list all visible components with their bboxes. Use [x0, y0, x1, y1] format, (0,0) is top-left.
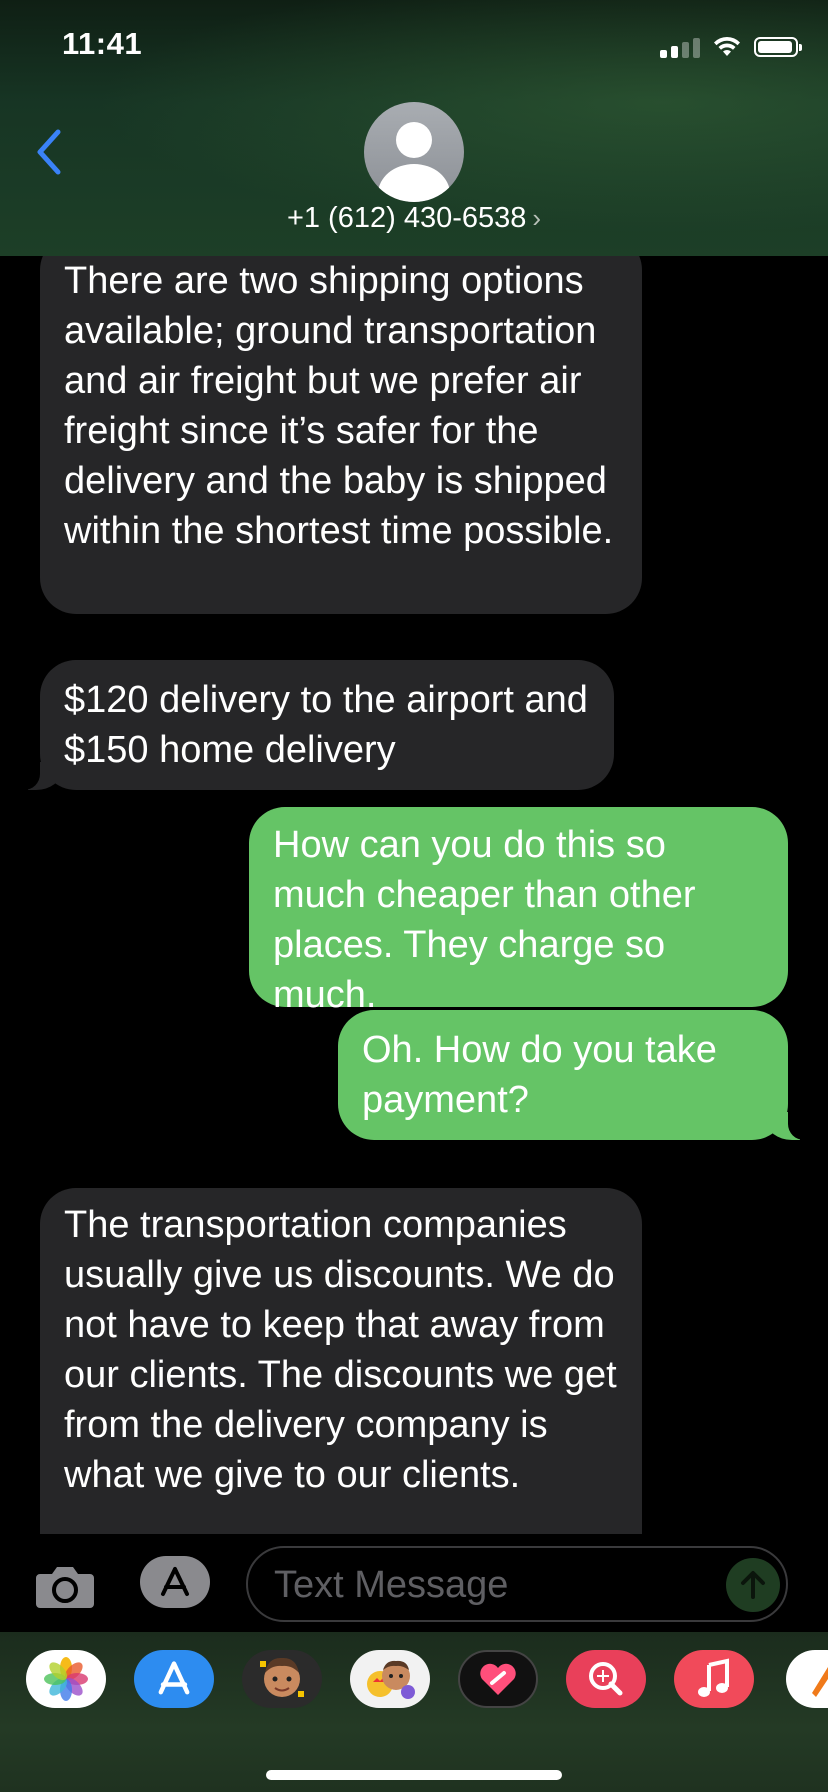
message-bubble-outgoing[interactable]: Oh. How do you take payment?	[338, 1010, 814, 1140]
status-icons	[660, 36, 802, 58]
memoji-app-icon[interactable]	[242, 1650, 322, 1708]
message-bubble-incoming[interactable]: $120 delivery to the airport and $150 ho…	[14, 660, 614, 790]
cellular-signal-icon	[660, 36, 700, 58]
chevron-right-icon: ›	[532, 203, 542, 233]
battery-icon	[754, 37, 802, 57]
message-bubble-incoming[interactable]: There are two shipping options available…	[40, 256, 642, 614]
app-store-icon	[161, 1567, 189, 1596]
message-thread[interactable]: There are two shipping options available…	[0, 256, 828, 1534]
photos-app-icon[interactable]	[26, 1650, 106, 1708]
app-store-button[interactable]	[140, 1556, 210, 1608]
message-text: $120 delivery to the airport and $150 ho…	[64, 679, 588, 771]
more-app-icon[interactable]	[786, 1650, 828, 1708]
app-drawer	[0, 1632, 828, 1792]
message-input[interactable]	[272, 1548, 696, 1622]
app-store-app-icon[interactable]	[134, 1650, 214, 1708]
message-field[interactable]	[246, 1546, 788, 1622]
contact-avatar[interactable]	[364, 102, 464, 202]
camera-icon[interactable]	[34, 1564, 96, 1610]
digital-touch-app-icon[interactable]	[458, 1650, 538, 1708]
animoji-app-icon[interactable]	[350, 1650, 430, 1708]
home-indicator[interactable]	[266, 1770, 562, 1780]
conversation-header: 11:41 +1 (612) 430-6538 ›	[0, 0, 828, 256]
wifi-icon	[714, 36, 740, 56]
message-text: There are two shipping options available…	[64, 260, 614, 552]
message-input-bar	[0, 1534, 828, 1632]
image-search-app-icon[interactable]	[566, 1650, 646, 1708]
music-app-icon[interactable]	[674, 1650, 754, 1708]
message-bubble-incoming[interactable]: The transportation companies usually giv…	[40, 1188, 642, 1534]
message-text: Oh. How do you take payment?	[362, 1029, 717, 1121]
contact-name: +1 (612) 430-6538	[286, 202, 527, 234]
send-button[interactable]	[726, 1558, 780, 1612]
message-text: How can you do this so much cheaper than…	[273, 824, 696, 1016]
arrow-up-icon	[741, 1571, 765, 1599]
message-text: The transportation companies usually giv…	[64, 1204, 617, 1496]
contact-name-button[interactable]: +1 (612) 430-6538 ›	[0, 202, 828, 235]
status-time: 11:41	[62, 26, 143, 61]
message-bubble-outgoing[interactable]: How can you do this so much cheaper than…	[249, 807, 788, 1016]
back-chevron-icon[interactable]	[30, 126, 70, 178]
